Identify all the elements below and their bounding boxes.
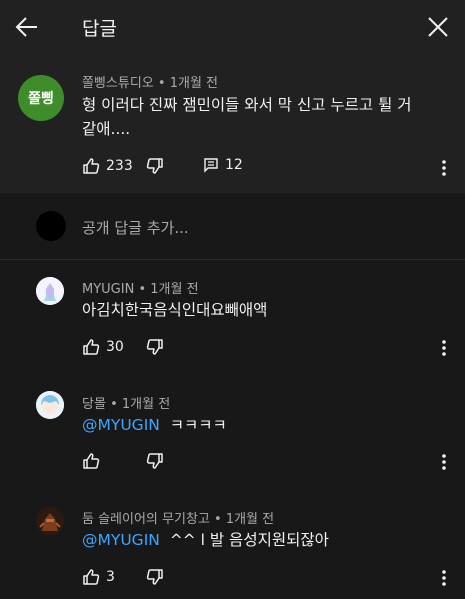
- add-reply-input[interactable]: 공개 답글 추가...: [82, 217, 189, 238]
- thumbs-down-icon: [146, 453, 163, 469]
- comment-meta: 쫄삥스튜디오 • 1개월 전: [82, 72, 218, 91]
- thumbs-down-icon: [146, 158, 163, 174]
- like-count: 30: [106, 339, 124, 355]
- comment-text-line: 같애....: [82, 120, 131, 138]
- comment-body: ^^ l 발 음성지원되잖아: [169, 531, 329, 549]
- thumbs-down-icon: [146, 339, 163, 355]
- avatar[interactable]: [36, 507, 64, 535]
- comment-text: 형 이러다 진짜 잼민이들 와서 막 신고 누르고 튈 거 같애....: [82, 93, 412, 141]
- author-name[interactable]: 당몰: [82, 397, 106, 412]
- author-name[interactable]: 둠 슬레이어의 무기창고: [82, 512, 210, 527]
- more-options-icon[interactable]: [441, 159, 447, 177]
- dislike-button[interactable]: [146, 452, 164, 470]
- comment-text: @MYUGIN ㅋㅋㅋㅋ: [82, 413, 227, 437]
- like-button[interactable]: 3: [82, 568, 115, 586]
- more-options-icon[interactable]: [441, 339, 447, 357]
- dislike-button[interactable]: [146, 157, 164, 175]
- avatar-text: 쫄삥: [28, 91, 54, 107]
- dislike-button[interactable]: [146, 568, 164, 586]
- reply-count: 12: [225, 157, 243, 173]
- comment-time: 1개월 전: [225, 512, 275, 527]
- avatar-image: [36, 507, 64, 535]
- comment-icon: [204, 158, 218, 173]
- close-icon[interactable]: [425, 14, 451, 40]
- avatar-image: [36, 277, 64, 305]
- page-title: 답글: [82, 18, 117, 40]
- comment-time: 1개월 전: [169, 76, 219, 91]
- add-reply-bar[interactable]: 공개 답글 추가...: [0, 193, 465, 260]
- comment-meta: MYUGIN • 1개월 전: [82, 278, 199, 297]
- thumbs-up-icon: [83, 339, 100, 355]
- reply-count-button[interactable]: 12: [203, 157, 243, 173]
- like-button[interactable]: 30: [82, 338, 124, 356]
- thumbs-up-icon: [83, 158, 100, 174]
- mention-link[interactable]: @MYUGIN: [82, 416, 160, 434]
- avatar[interactable]: [36, 391, 64, 419]
- like-count: 3: [106, 569, 115, 585]
- thumbs-up-icon: [83, 453, 100, 469]
- comment-text-line: 형 이러다 진짜 잼민이들 와서 막 신고 누르고 튈 거: [82, 96, 412, 114]
- more-options-icon[interactable]: [441, 569, 447, 587]
- more-options-icon[interactable]: [441, 453, 447, 471]
- dislike-button[interactable]: [146, 338, 164, 356]
- like-count: 233: [106, 158, 133, 174]
- like-button[interactable]: [82, 452, 106, 470]
- arrow-left-icon[interactable]: [14, 14, 40, 40]
- top-bar: 답글: [0, 0, 465, 53]
- avatar[interactable]: 쫄삥: [18, 75, 64, 121]
- mention-link[interactable]: @MYUGIN: [82, 531, 160, 549]
- like-button[interactable]: 233: [82, 157, 133, 175]
- comment-time: 1개월 전: [150, 282, 199, 297]
- meta-separator: •: [157, 76, 166, 91]
- avatar[interactable]: [36, 277, 64, 305]
- thumbs-down-icon: [146, 569, 163, 585]
- avatar-image: [36, 391, 64, 419]
- comment-meta: 둠 슬레이어의 무기창고 • 1개월 전: [82, 508, 274, 527]
- comment-text: @MYUGIN ^^ l 발 음성지원되잖아: [82, 528, 329, 552]
- author-name[interactable]: MYUGIN: [82, 282, 134, 297]
- meta-separator: •: [110, 397, 118, 412]
- comment-body: ㅋㅋㅋㅋ: [169, 416, 227, 434]
- avatar: [36, 211, 66, 241]
- thumbs-up-icon: [83, 569, 100, 585]
- original-comment: 쫄삥 쫄삥스튜디오 • 1개월 전 형 이러다 진짜 잼민이들 와서 막 신고 …: [0, 53, 465, 193]
- author-name[interactable]: 쫄삥스튜디오: [82, 76, 154, 91]
- meta-separator: •: [138, 282, 147, 297]
- comment-meta: 당몰 • 1개월 전: [82, 393, 170, 412]
- comment-time: 1개월 전: [121, 397, 171, 412]
- meta-separator: •: [214, 512, 222, 527]
- comment-text: 아김치한국음식인대요빼애액: [82, 301, 268, 319]
